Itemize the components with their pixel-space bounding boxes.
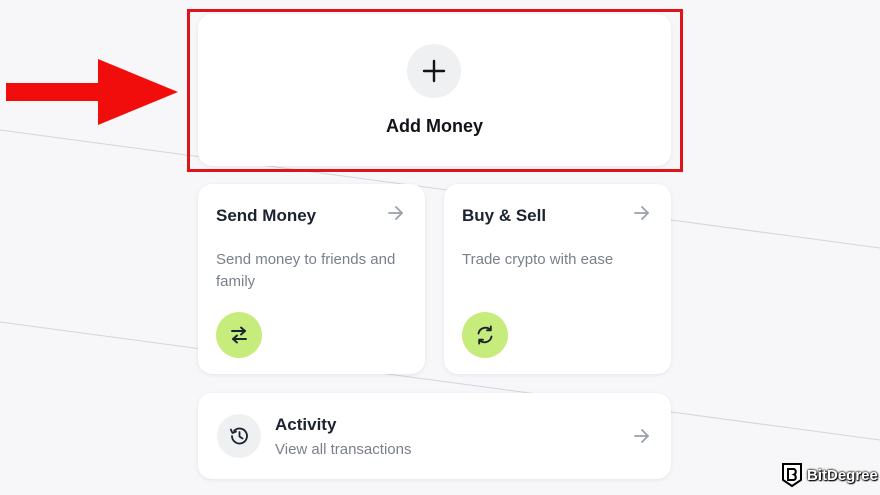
activity-subtitle: View all transactions [275,441,412,458]
arrow-right-icon [388,206,403,220]
activity-icon-wrapper [217,414,261,458]
bitdegree-logo-icon [782,463,802,488]
activity-title: Activity [275,415,337,434]
red-pointer-arrow-icon [6,59,178,125]
send-money-card[interactable]: Send Money Send money to friends and fam… [198,184,425,374]
activity-card[interactable]: Activity View all transactions [198,393,671,479]
buy-sell-description: Trade crypto with ease [462,251,614,268]
arrow-right-icon [634,429,649,443]
send-money-description: Send money to friends and family [216,251,396,290]
arrow-right-icon [634,206,649,220]
refresh-icon [477,325,493,345]
watermark: BitDegree [781,462,878,488]
watermark-text: BitDegree [807,466,878,484]
send-money-title: Send Money [216,206,317,225]
swap-arrows-icon [231,326,247,344]
highlight-box [187,9,683,172]
send-money-icon-button[interactable] [216,312,262,358]
buy-sell-title: Buy & Sell [462,206,547,225]
history-icon [229,427,248,445]
buy-sell-card[interactable]: Buy & Sell Trade crypto with ease [444,184,671,374]
buy-sell-icon-button[interactable] [462,312,508,358]
